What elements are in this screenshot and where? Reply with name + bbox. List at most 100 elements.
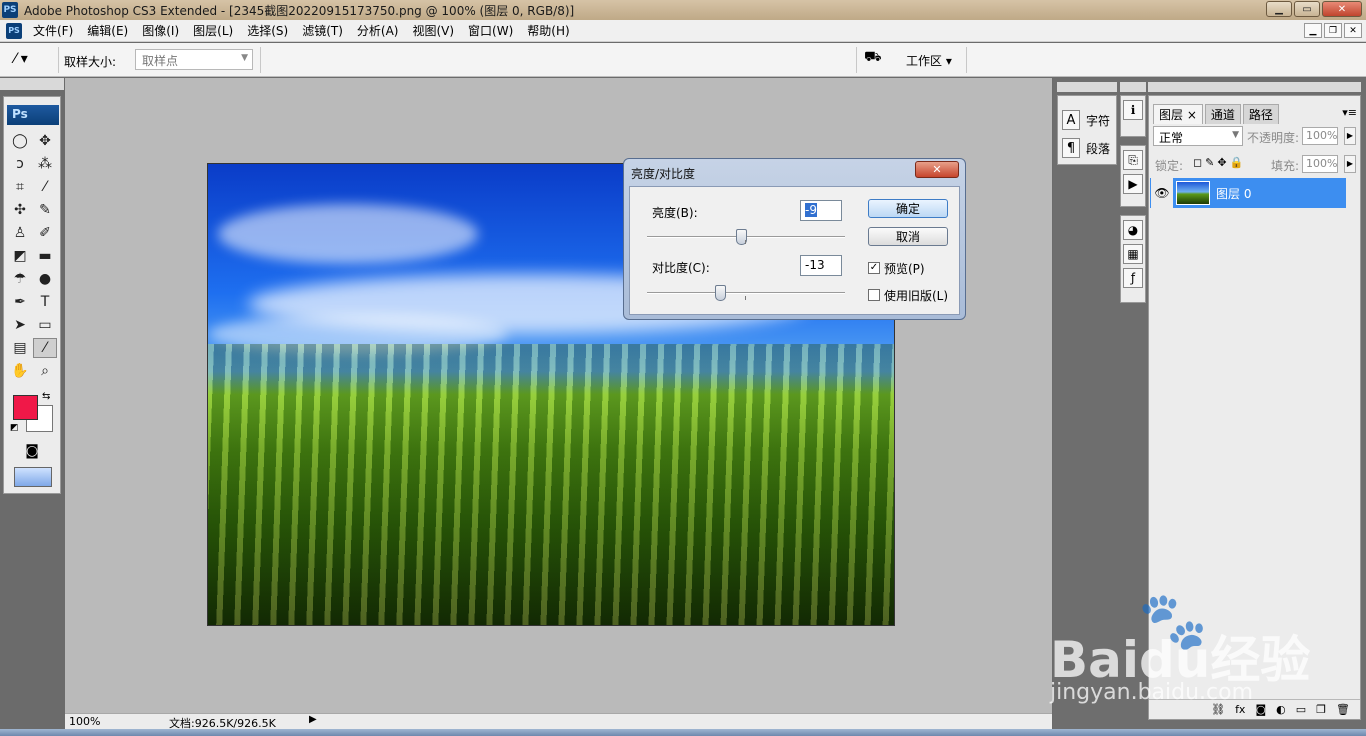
menu-filter[interactable]: 滤镜(T) [295, 22, 350, 39]
lock-position-icon[interactable]: ✥ [1217, 156, 1226, 169]
cancel-button[interactable]: 取消 [868, 227, 948, 246]
document-icon[interactable]: PS [6, 22, 22, 39]
lasso-tool-icon[interactable]: ↄ [8, 154, 32, 174]
lock-transparency-icon[interactable]: ◻ [1193, 156, 1202, 169]
lock-label: 锁定: [1155, 159, 1184, 173]
contrast-slider-thumb[interactable] [715, 285, 726, 301]
tab-layers[interactable]: 图层 × [1153, 104, 1203, 124]
type-tool-icon[interactable]: T [33, 292, 57, 312]
watermark-url: jingyan.baidu.com [1050, 680, 1254, 705]
menu-help[interactable]: 帮助(H) [520, 22, 576, 39]
contrast-input[interactable]: -13 [800, 255, 842, 276]
menu-edit[interactable]: 编辑(E) [80, 22, 135, 39]
styles-icon[interactable]: ƒ [1123, 268, 1143, 288]
fill-slider-arrow-icon[interactable]: ▶ [1344, 155, 1356, 173]
swap-colors-icon[interactable]: ⇆ [42, 391, 50, 402]
dialog-title: 亮度/对比度 [631, 167, 696, 181]
sample-size-select[interactable]: 取样点 ▼ [135, 49, 253, 70]
clone-stamp-tool-icon[interactable]: ♙ [8, 223, 32, 243]
bridge-icon[interactable]: ⛟ [864, 49, 888, 71]
brightness-contrast-dialog: 亮度/对比度 ✕ 亮度(B): -9 对比度(C): -13 确定 取消 ✓ 预… [623, 158, 966, 320]
workspace-menu[interactable]: 工作区 ▾ [906, 52, 952, 69]
lock-all-icon[interactable]: 🔒 [1230, 156, 1244, 169]
separator [58, 47, 59, 73]
close-button[interactable]: ✕ [1322, 1, 1362, 17]
eyedropper-tool-preset-icon[interactable]: ⁄ ▾ [14, 51, 52, 69]
eraser-tool-icon[interactable]: ◩ [8, 246, 32, 266]
panel-menu-icon[interactable]: ▾≡ [1342, 106, 1357, 119]
gradient-tool-icon[interactable]: ▬ [33, 246, 57, 266]
menu-layer[interactable]: 图层(L) [186, 22, 240, 39]
new-layer-icon[interactable]: ❐ [1316, 703, 1326, 716]
contrast-slider-track[interactable] [647, 292, 845, 294]
path-selection-tool-icon[interactable]: ➤ [8, 315, 32, 335]
doc-minimize-button[interactable]: ▁ [1304, 23, 1322, 38]
tab-channels[interactable]: 通道 [1204, 104, 1241, 124]
document-controls: ▁ ❐ ✕ [1304, 23, 1362, 38]
slice-tool-icon[interactable]: ⁄ [33, 177, 57, 197]
photoshop-app-icon: PS [2, 2, 18, 18]
mini-panel-header[interactable] [1120, 82, 1146, 92]
menu-file[interactable]: 文件(F) [26, 22, 80, 39]
actions-icon[interactable]: ▶ [1123, 174, 1143, 194]
preview-checkbox[interactable]: ✓ [868, 262, 880, 274]
dodge-tool-icon[interactable]: ● [33, 269, 57, 289]
dialog-close-button[interactable]: ✕ [915, 161, 959, 178]
minimize-button[interactable]: ▁ [1266, 1, 1292, 17]
character-panel: A 字符 ¶ 段落 [1057, 95, 1117, 165]
maximize-button[interactable]: ▭ [1294, 1, 1320, 17]
tab-paths[interactable]: 路径 [1242, 104, 1279, 124]
layer-row[interactable]: 👁 图层 0 [1150, 178, 1346, 208]
fill-input[interactable]: 100% [1302, 155, 1338, 173]
delete-layer-icon[interactable]: 🗑 [1336, 703, 1350, 716]
ok-button[interactable]: 确定 [868, 199, 948, 218]
photoshop-logo[interactable]: Ps [7, 105, 59, 125]
layer-name[interactable]: 图层 0 [1216, 185, 1251, 202]
brush-tool-icon[interactable]: ✎ [33, 200, 57, 220]
move-tool-icon[interactable]: ✥ [33, 131, 57, 151]
doc-restore-button[interactable]: ❐ [1324, 23, 1342, 38]
menu-window[interactable]: 窗口(W) [461, 22, 520, 39]
character-item[interactable]: A 字符 [1062, 108, 1116, 132]
magic-wand-tool-icon[interactable]: ⁂ [33, 154, 57, 174]
history-icon[interactable]: ⎘ [1123, 150, 1143, 170]
notes-tool-icon[interactable]: ▤ [8, 338, 32, 358]
swatches-icon[interactable]: ▦ [1123, 244, 1143, 264]
doc-close-button[interactable]: ✕ [1344, 23, 1362, 38]
legacy-checkbox[interactable] [868, 289, 880, 301]
color-palette-icon[interactable]: ◕ [1123, 220, 1143, 240]
menu-select[interactable]: 选择(S) [240, 22, 295, 39]
shape-tool-icon[interactable]: ▭ [33, 315, 57, 335]
toolbox-header[interactable] [0, 78, 64, 90]
history-brush-tool-icon[interactable]: ✐ [33, 223, 57, 243]
lock-pixels-icon[interactable]: ✎ [1205, 156, 1214, 169]
paragraph-item[interactable]: ¶ 段落 [1062, 136, 1116, 160]
screen-mode-icon[interactable] [14, 467, 52, 487]
blur-tool-icon[interactable]: ☂ [8, 269, 32, 289]
crop-tool-icon[interactable]: ⌗ [8, 177, 32, 197]
info-icon[interactable]: ℹ [1123, 100, 1143, 120]
menu-view[interactable]: 视图(V) [405, 22, 461, 39]
foreground-color-swatch[interactable] [13, 395, 38, 420]
hand-tool-icon[interactable]: ✋ [8, 361, 32, 381]
marquee-tool-icon[interactable]: ◯ [8, 131, 32, 151]
visibility-eye-icon[interactable]: 👁 [1151, 178, 1173, 208]
toolbox: Ps ◯ ✥ ↄ ⁂ ⌗ ⁄ ✣ ✎ ♙ ✐ ◩ ▬ ☂ ● ✒ T ➤ ▭ ▤… [3, 96, 61, 494]
zoom-level[interactable]: 100% [69, 715, 100, 728]
menu-image[interactable]: 图像(I) [135, 22, 186, 39]
character-panel-header[interactable] [1057, 82, 1117, 92]
zoom-tool-icon[interactable]: ⌕ [33, 361, 57, 381]
blend-mode-select[interactable]: 正常 ▼ [1153, 126, 1243, 146]
opacity-input[interactable]: 100% [1302, 127, 1338, 145]
info-panel: ℹ [1120, 95, 1146, 137]
healing-brush-tool-icon[interactable]: ✣ [8, 200, 32, 220]
brightness-input[interactable]: -9 [800, 200, 842, 221]
default-colors-icon[interactable]: ◩ [10, 423, 19, 433]
opacity-slider-arrow-icon[interactable]: ▶ [1344, 127, 1356, 145]
status-menu-arrow-icon[interactable]: ▶ [309, 714, 317, 725]
eyedropper-tool-icon[interactable]: ⁄ [33, 338, 57, 358]
layers-panel-header[interactable] [1148, 82, 1361, 92]
quick-mask-icon[interactable]: ◙ [18, 443, 46, 461]
menu-analysis[interactable]: 分析(A) [350, 22, 406, 39]
pen-tool-icon[interactable]: ✒ [8, 292, 32, 312]
